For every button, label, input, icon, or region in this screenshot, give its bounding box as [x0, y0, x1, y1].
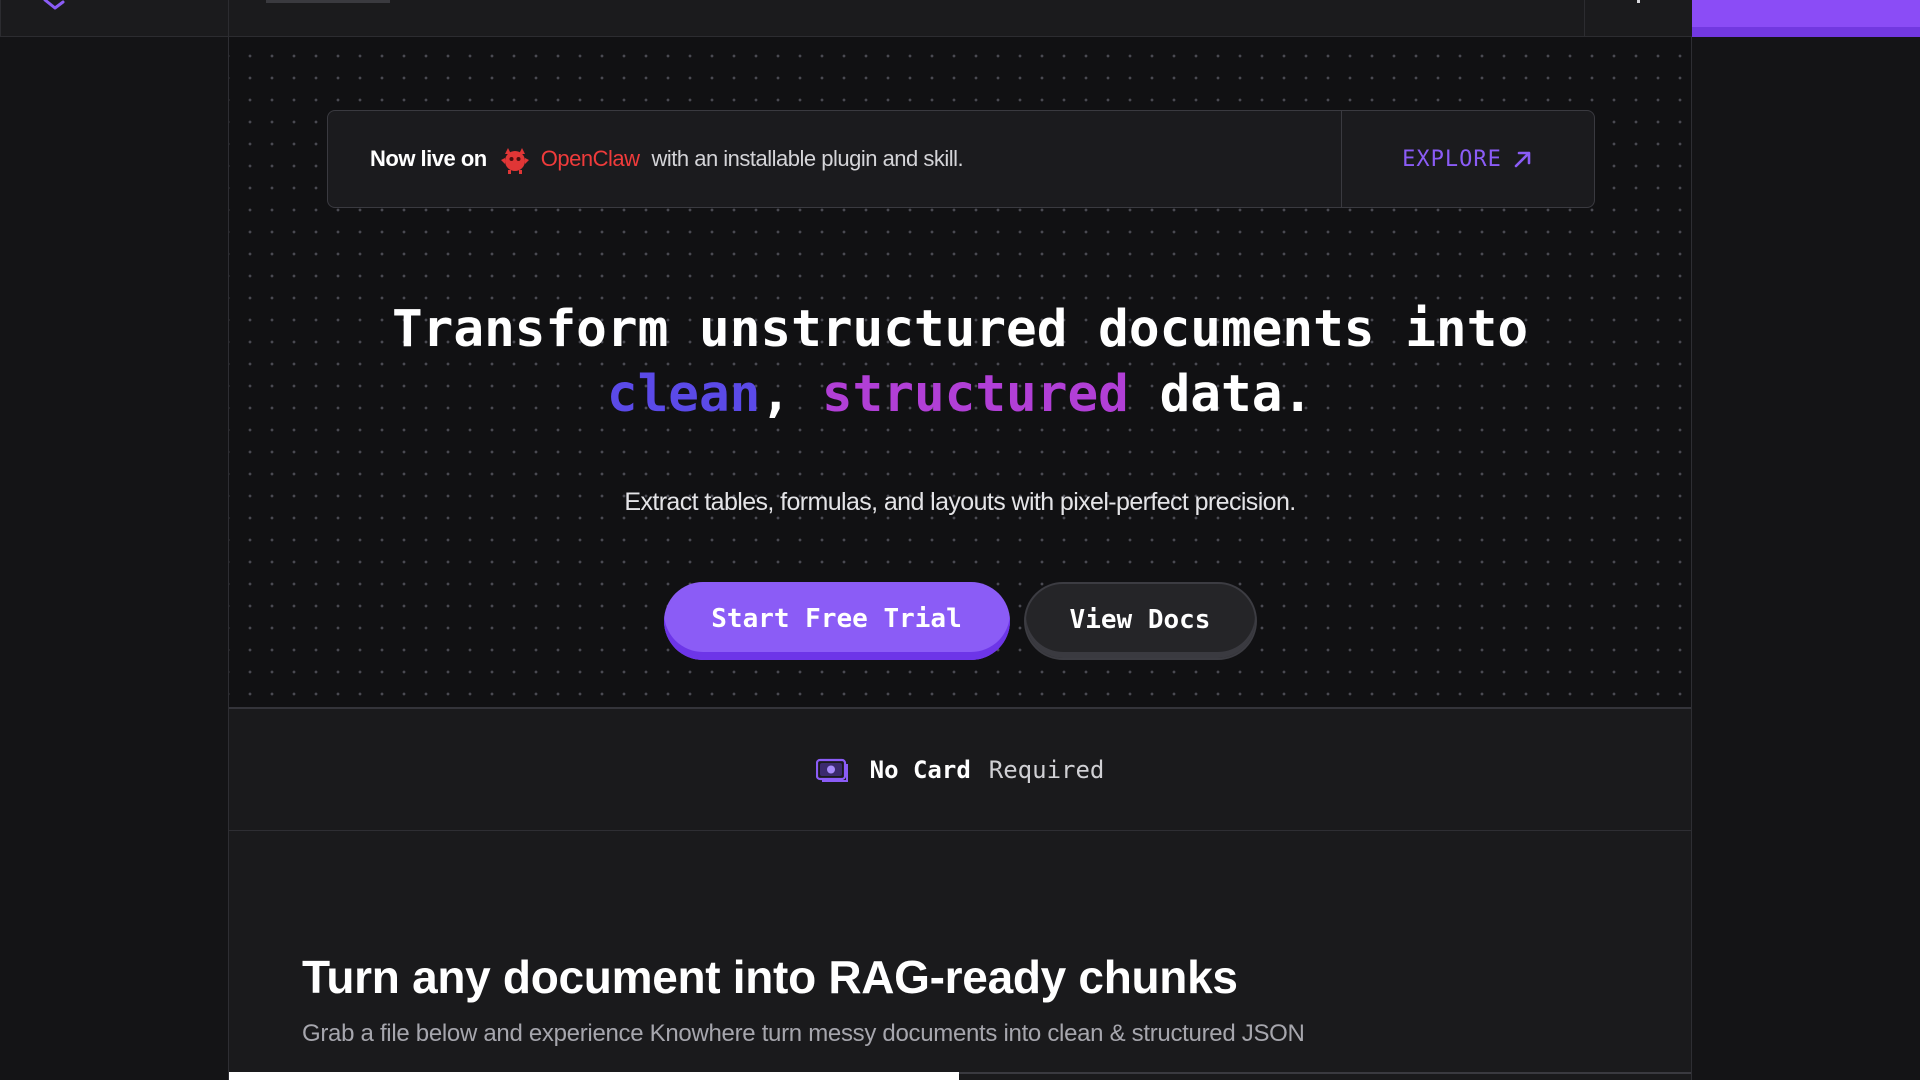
- nav-cta-button[interactable]: [1692, 0, 1920, 37]
- rag-section-title: Turn any document into RAG-ready chunks: [302, 951, 1238, 1003]
- start-free-trial-button[interactable]: Start Free Trial: [663, 582, 1010, 660]
- no-card-required-strip: No Card Required: [229, 709, 1691, 831]
- logo-cell[interactable]: [0, 0, 229, 37]
- nav-cta-shadow: [1692, 27, 1920, 37]
- main-column: Now live on OpenClaw with an installable: [228, 37, 1692, 1080]
- announcement-text: Now live on OpenClaw with an installable: [328, 111, 1341, 207]
- hero-section: Now live on OpenClaw with an installable: [229, 37, 1691, 709]
- headline-end: data.: [1159, 365, 1314, 424]
- hero-headline: Transform unstructured documents into cl…: [229, 297, 1691, 427]
- headline-comma: ,: [760, 365, 792, 424]
- arrow-up-right-icon: [1514, 151, 1531, 168]
- announcement-banner: Now live on OpenClaw with an installable: [327, 110, 1595, 208]
- openclaw-link[interactable]: OpenClaw: [541, 146, 640, 172]
- headline-structured: structured: [821, 365, 1129, 424]
- top-navigation-bar: [0, 0, 1920, 37]
- money-bill-icon: [815, 758, 848, 782]
- headline-line-1: Transform unstructured documents into: [391, 300, 1529, 359]
- nav-link-fragment[interactable]: [266, 0, 390, 3]
- announcement-prefix: Now live on: [370, 146, 487, 171]
- knowhere-logo-icon[interactable]: [41, 0, 67, 10]
- explore-label: EXPLORE: [1402, 146, 1502, 172]
- claw-icon: [500, 148, 529, 174]
- rag-section-description: Grab a file below and experience Knowher…: [302, 1020, 1305, 1047]
- headline-clean: clean: [606, 365, 761, 424]
- announcement-suffix: with an installable plugin and skill.: [651, 146, 964, 171]
- menu-icon[interactable]: [1637, 0, 1640, 3]
- explore-link[interactable]: EXPLORE: [1341, 111, 1594, 207]
- nav-right-cell[interactable]: [1584, 0, 1692, 37]
- hero-subheadline: Extract tables, formulas, and layouts wi…: [624, 488, 1296, 516]
- hero-actions: Start Free Trial View Docs: [229, 582, 1691, 660]
- demo-panel-tab-active[interactable]: [229, 1072, 959, 1080]
- no-card-label: No Card: [869, 755, 971, 784]
- required-label: Required: [988, 755, 1105, 784]
- page: Now live on OpenClaw with an installable: [0, 0, 1920, 1080]
- demo-panel-tab-inactive[interactable]: [959, 1072, 1691, 1080]
- view-docs-button[interactable]: View Docs: [1023, 582, 1257, 660]
- rag-section: Turn any document into RAG-ready chunks …: [229, 832, 1691, 1080]
